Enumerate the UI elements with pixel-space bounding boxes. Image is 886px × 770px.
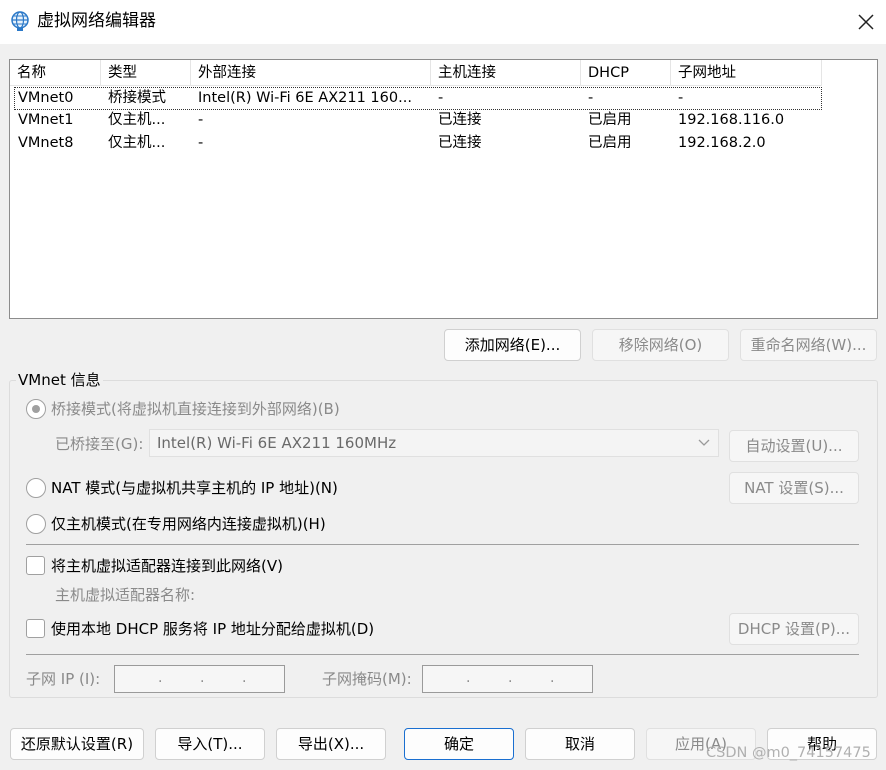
bridged-mode-radio[interactable]	[26, 399, 46, 419]
host-only-radio[interactable]	[26, 514, 46, 534]
bridged-to-label: 已桥接至(G):	[55, 435, 144, 453]
import-button[interactable]: 导入(T)...	[155, 728, 265, 760]
cell-name: VMnet1	[18, 112, 74, 128]
cell-type: 仅主机...	[108, 135, 166, 151]
ip-dot: .	[200, 670, 205, 686]
cell-subnet: 192.168.116.0	[678, 112, 785, 128]
dhcp-settings-button[interactable]: DHCP 设置(P)...	[729, 613, 859, 645]
bridged-to-select[interactable]: Intel(R) Wi-Fi 6E AX211 160MHz	[149, 429, 719, 457]
ip-dot: .	[242, 670, 247, 686]
watermark: CSDN @m0_74157475	[706, 745, 871, 761]
cancel-button[interactable]: 取消	[525, 728, 635, 760]
chevron-down-icon	[698, 439, 710, 446]
host-only-label: 仅主机模式(在专用网络内连接虚拟机)(H)	[51, 515, 326, 533]
window-title: 虚拟网络编辑器	[37, 11, 156, 31]
column-header-dhcp[interactable]: DHCP	[581, 60, 671, 86]
table-row[interactable]: VMnet1 仅主机... - 已连接 已启用 192.168.116.0	[14, 110, 822, 133]
table-row[interactable]: VMnet8 仅主机... - 已连接 已启用 192.168.2.0	[14, 133, 822, 156]
close-button[interactable]	[846, 4, 886, 40]
cell-host: 已连接	[438, 112, 482, 128]
cell-dhcp: 已启用	[588, 112, 632, 128]
cell-external: Intel(R) Wi-Fi 6E AX211 160...	[198, 90, 412, 106]
subnet-ip-input[interactable]: . . .	[114, 665, 285, 693]
cell-host: 已连接	[438, 135, 482, 151]
cell-dhcp: -	[588, 90, 594, 106]
bridged-to-value: Intel(R) Wi-Fi 6E AX211 160MHz	[157, 434, 397, 452]
adapter-name-label: 主机虚拟适配器名称:	[55, 586, 196, 604]
list-header: 名称 类型 外部连接 主机连接 DHCP 子网地址	[10, 60, 822, 86]
network-list[interactable]: 名称 类型 外部连接 主机连接 DHCP 子网地址 VMnet0 桥接模式 In…	[9, 59, 878, 319]
cell-name: VMnet0	[18, 90, 74, 106]
connect-adapter-checkbox[interactable]	[26, 556, 45, 575]
vmnet-info-title: VMnet 信息	[16, 370, 103, 390]
column-header-host[interactable]: 主机连接	[431, 60, 581, 86]
column-header-subnet[interactable]: 子网地址	[671, 60, 822, 86]
subnet-mask-input[interactable]: . . .	[422, 665, 593, 693]
nat-mode-label: NAT 模式(与虚拟机共享主机的 IP 地址)(N)	[51, 479, 338, 497]
subnet-mask-label: 子网掩码(M):	[322, 670, 412, 688]
column-header-name[interactable]: 名称	[10, 60, 101, 86]
dhcp-label: 使用本地 DHCP 服务将 IP 地址分配给虚拟机(D)	[51, 620, 375, 638]
export-button[interactable]: 导出(X)...	[276, 728, 386, 760]
ip-dot: .	[466, 670, 471, 686]
cell-subnet: -	[678, 90, 684, 106]
ip-dot: .	[550, 670, 555, 686]
column-header-external[interactable]: 外部连接	[191, 60, 431, 86]
ip-dot: .	[508, 670, 513, 686]
divider	[26, 654, 859, 655]
cell-subnet: 192.168.2.0	[678, 135, 766, 151]
vmnet-info-group	[9, 380, 878, 698]
close-icon	[858, 14, 874, 30]
bridged-mode-label: 桥接模式(将虚拟机直接连接到外部网络)(B)	[51, 400, 340, 418]
dhcp-checkbox[interactable]	[26, 619, 45, 638]
cell-dhcp: 已启用	[588, 135, 632, 151]
divider	[26, 544, 859, 545]
rename-network-button[interactable]: 重命名网络(W)...	[740, 329, 877, 361]
restore-defaults-button[interactable]: 还原默认设置(R)	[10, 728, 144, 760]
cell-type: 桥接模式	[108, 90, 166, 106]
remove-network-button[interactable]: 移除网络(O)	[592, 329, 729, 361]
subnet-ip-label: 子网 IP (I):	[26, 670, 101, 688]
nat-settings-button[interactable]: NAT 设置(S)...	[729, 472, 859, 504]
cell-external: -	[198, 135, 204, 151]
auto-settings-button[interactable]: 自动设置(U)...	[729, 430, 859, 462]
ok-button[interactable]: 确定	[404, 728, 514, 760]
nat-mode-radio[interactable]	[26, 478, 46, 498]
column-header-type[interactable]: 类型	[101, 60, 191, 86]
cell-name: VMnet8	[18, 135, 74, 151]
globe-network-icon	[11, 11, 29, 31]
table-row[interactable]: VMnet0 桥接模式 Intel(R) Wi-Fi 6E AX211 160.…	[14, 87, 822, 110]
connect-adapter-label: 将主机虚拟适配器连接到此网络(V)	[51, 557, 283, 575]
cell-host: -	[438, 90, 444, 106]
cell-external: -	[198, 112, 204, 128]
ip-dot: .	[158, 670, 163, 686]
cell-type: 仅主机...	[108, 112, 166, 128]
add-network-button[interactable]: 添加网络(E)...	[444, 329, 581, 361]
